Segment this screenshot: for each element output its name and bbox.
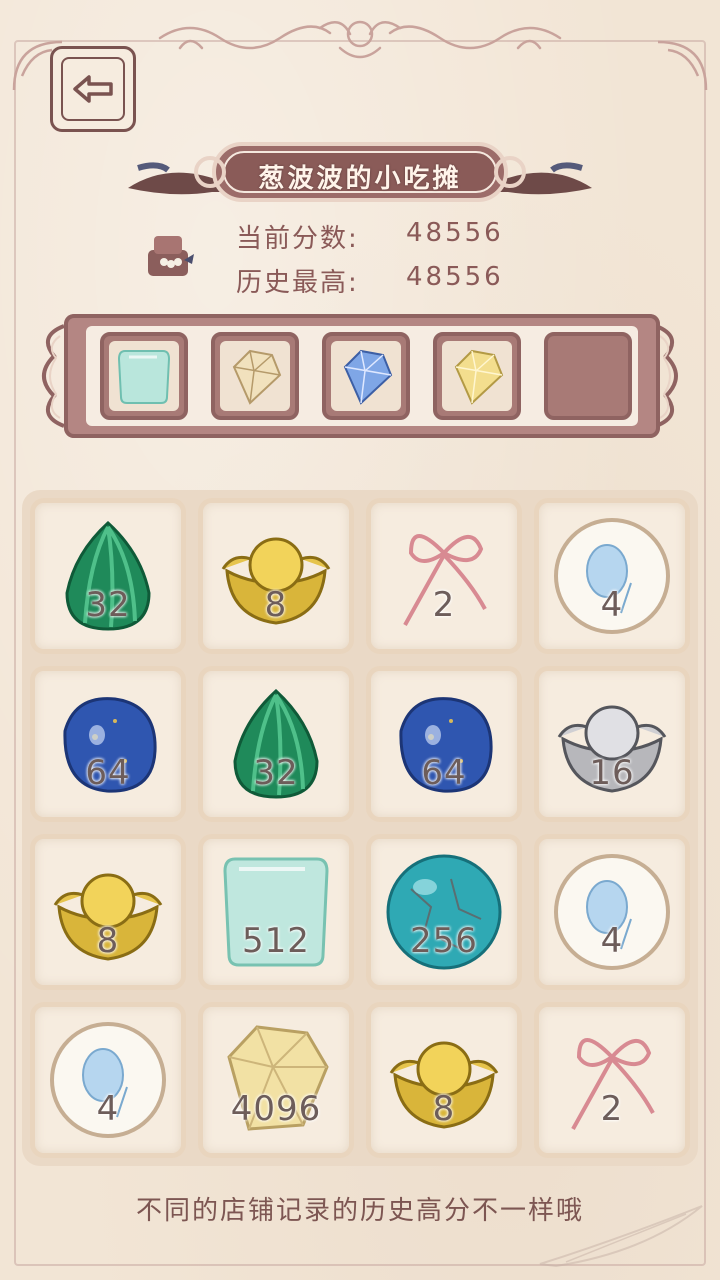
top-ornament — [158, 20, 562, 59]
best-score-row: 历史最高: 48556 — [236, 262, 501, 299]
tile-value: 8 — [96, 921, 120, 961]
tile-value: 8 — [264, 585, 288, 625]
collection-slot-5-empty[interactable] — [544, 332, 632, 420]
board-cell[interactable]: 64 — [366, 666, 522, 822]
tile-value: 64 — [85, 753, 131, 793]
board-cell[interactable]: 4096 — [198, 1002, 354, 1158]
tile-value: 256 — [410, 921, 478, 961]
board-cell[interactable]: 2 — [366, 498, 522, 654]
tile-value: 32 — [85, 585, 131, 625]
current-score-row: 当前分数: 48556 — [236, 218, 501, 255]
tile-value: 4 — [96, 1089, 120, 1129]
board-cell[interactable]: 32 — [30, 498, 186, 654]
tile-value: 2 — [600, 1089, 624, 1129]
board-cell[interactable]: 32 — [198, 666, 354, 822]
best-score-label: 历史最高: — [236, 268, 359, 298]
best-score-value: 48556 — [406, 262, 504, 292]
jewelry-box-icon — [148, 236, 194, 276]
champagne-crystal-icon — [232, 349, 282, 405]
yellow-crystal-icon — [454, 349, 504, 405]
collection-slot-1[interactable] — [100, 332, 188, 420]
board-cell[interactable]: 8 — [198, 498, 354, 654]
jade-tile-icon — [117, 350, 171, 404]
tile-value: 64 — [421, 753, 467, 793]
collection-slot-4[interactable] — [433, 332, 521, 420]
board-cell[interactable]: 4 — [534, 498, 690, 654]
current-score-label: 当前分数: — [236, 224, 359, 254]
tile-value: 4096 — [230, 1089, 322, 1129]
back-button[interactable] — [50, 46, 136, 132]
back-button-frame — [61, 57, 125, 121]
tile-value: 16 — [589, 753, 635, 793]
board-cell[interactable]: 8 — [366, 1002, 522, 1158]
board-cell[interactable]: 512 — [198, 834, 354, 990]
collection-slot-2[interactable] — [211, 332, 299, 420]
corner-ornament-right — [657, 40, 708, 91]
tile-value: 8 — [432, 1089, 456, 1129]
tile-value: 2 — [432, 585, 456, 625]
board-cell[interactable]: 8 — [30, 834, 186, 990]
tile-value: 32 — [253, 753, 299, 793]
board-cell[interactable]: 64 — [30, 666, 186, 822]
shop-title: 葱波波的小吃摊 — [258, 164, 462, 194]
tile-value: 4 — [600, 921, 624, 961]
arrow-left-icon — [73, 75, 113, 103]
shop-title-banner: 葱波波的小吃摊 — [128, 140, 592, 210]
collection-slot-3[interactable] — [322, 332, 410, 420]
board-cell[interactable]: 4 — [534, 834, 690, 990]
tile-value: 512 — [242, 921, 310, 961]
board-cell[interactable]: 4 — [30, 1002, 186, 1158]
board-cell[interactable]: 16 — [534, 666, 690, 822]
current-score-value: 48556 — [406, 218, 504, 248]
board-cell[interactable]: 2 — [534, 1002, 690, 1158]
blue-crystal-icon — [343, 349, 393, 405]
board-cell[interactable]: 256 — [366, 834, 522, 990]
tile-value: 4 — [600, 585, 624, 625]
shelf-ornament-left — [42, 324, 65, 428]
feather-quill-icon — [539, 1205, 703, 1268]
